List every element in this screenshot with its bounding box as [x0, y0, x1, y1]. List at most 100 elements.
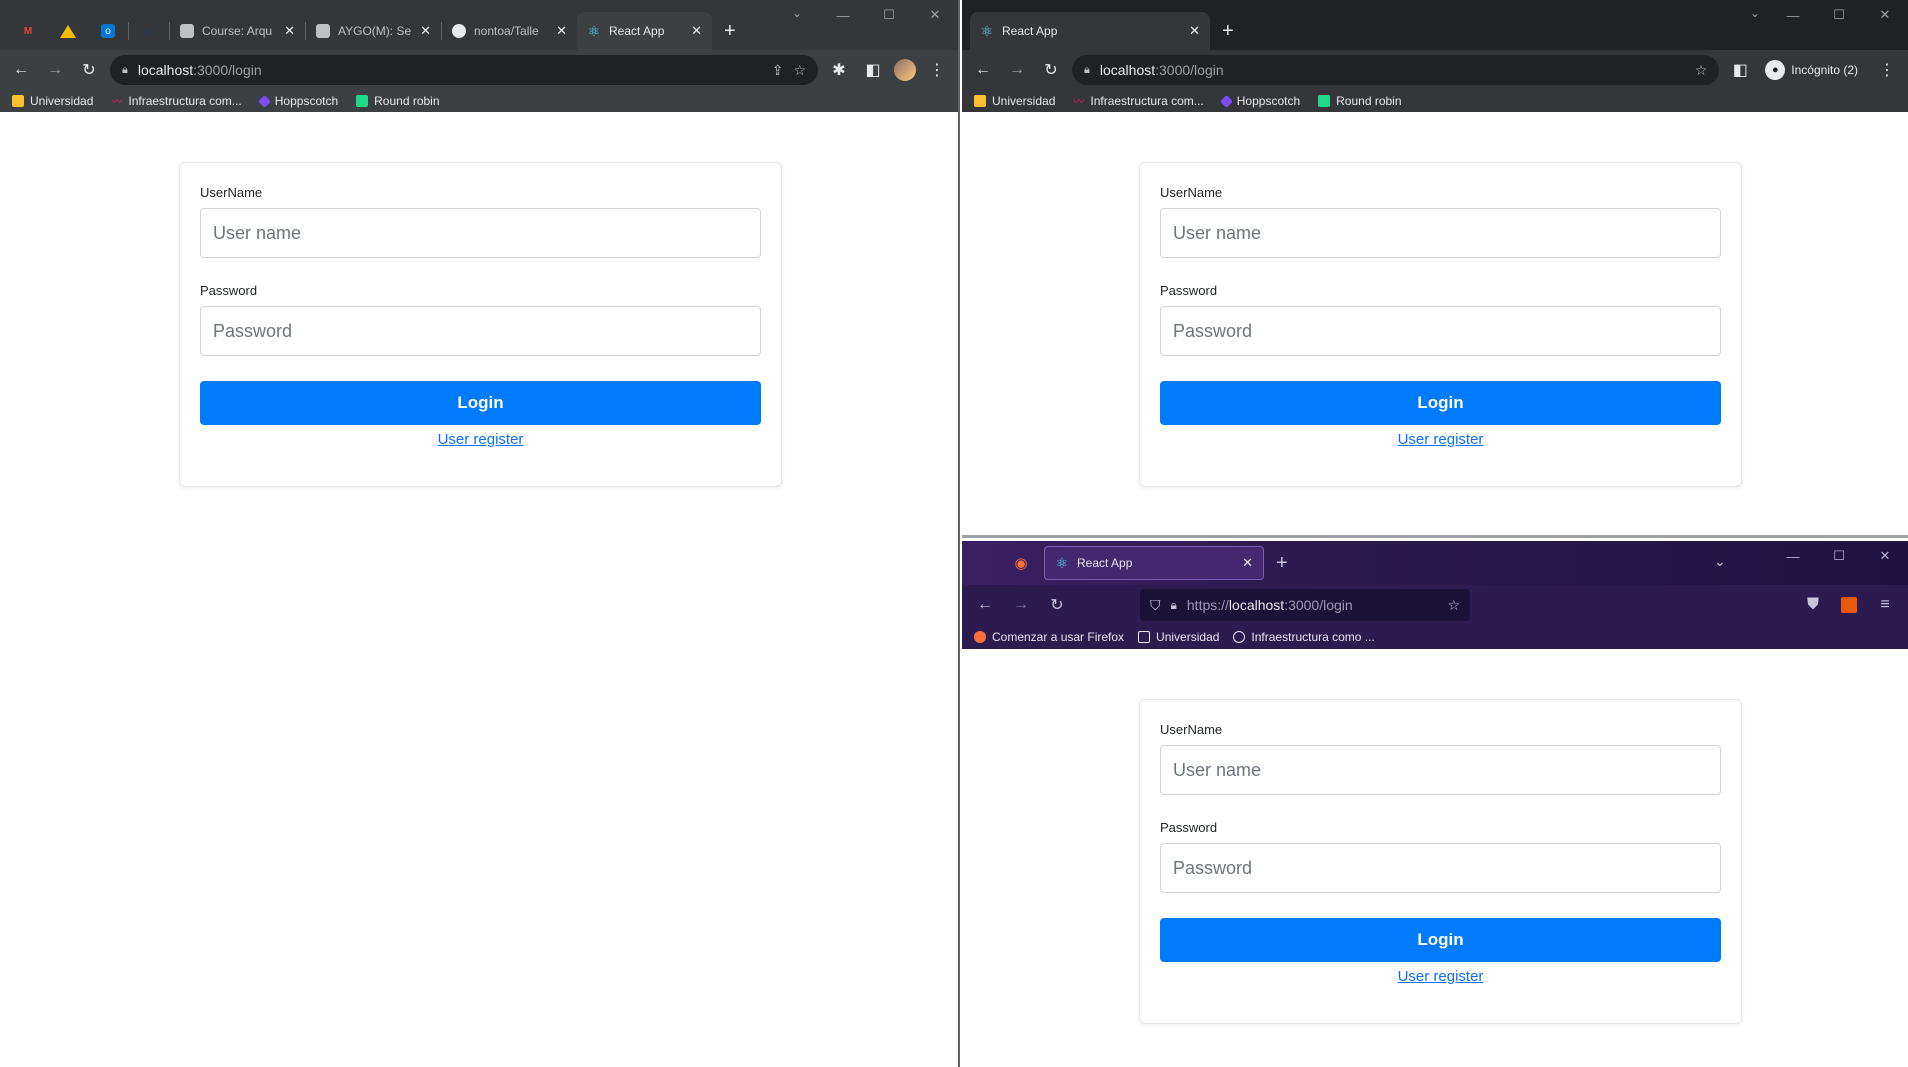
bookmark-hoppscotch[interactable]: Hoppscotch	[257, 94, 338, 108]
password-group: Password	[1160, 283, 1721, 356]
side-panel-icon[interactable]: ◧	[860, 57, 886, 83]
bookmark-star-icon[interactable]: ☆	[1695, 62, 1708, 79]
bookmark-universidad[interactable]: Universidad	[1138, 630, 1219, 644]
maximize-icon[interactable]: ☐	[866, 0, 912, 30]
maximize-icon[interactable]: ☐	[1816, 0, 1862, 30]
password-input[interactable]	[200, 306, 761, 356]
forward-icon[interactable]: →	[1004, 57, 1030, 83]
lock-icon[interactable]: 🔒︎	[1171, 598, 1177, 613]
close-icon[interactable]: ✕	[691, 23, 702, 39]
minimize-icon[interactable]: —	[1770, 0, 1816, 30]
extension-sc-icon[interactable]	[1836, 592, 1862, 618]
close-window-icon[interactable]: ✕	[1862, 541, 1908, 571]
url-path: :3000/login	[193, 62, 262, 78]
reload-icon[interactable]: ↻	[1038, 57, 1064, 83]
menu-kebab-icon[interactable]: ⋮	[1874, 57, 1900, 83]
username-input[interactable]	[1160, 208, 1721, 258]
tracking-shield-icon[interactable]: ⛉	[1150, 597, 1161, 614]
close-icon[interactable]: ✕	[284, 23, 295, 39]
minimize-icon[interactable]: —	[1770, 541, 1816, 571]
user-register-link[interactable]: User register	[1160, 431, 1721, 448]
password-group: Password	[1160, 820, 1721, 893]
firefox-view-icon[interactable]: ◉	[1008, 550, 1034, 576]
tab-react-app[interactable]: ⚛ React App ✕	[577, 12, 712, 50]
new-tab-icon[interactable]: +	[1222, 12, 1234, 50]
forward-icon[interactable]: →	[1008, 592, 1034, 618]
profile-avatar[interactable]	[894, 59, 916, 81]
firefox-icon	[974, 631, 986, 643]
close-icon[interactable]: ✕	[1242, 555, 1253, 571]
username-input[interactable]	[1160, 745, 1721, 795]
bookmark-hoppscotch[interactable]: Hoppscotch	[1219, 94, 1300, 108]
new-tab-icon[interactable]: +	[724, 12, 736, 50]
minimize-icon[interactable]: —	[820, 0, 866, 30]
tab-search-icon[interactable]: ⌄	[792, 6, 802, 20]
menu-kebab-icon[interactable]: ⋮	[924, 57, 950, 83]
hamburger-menu-icon[interactable]: ≡	[1872, 592, 1898, 618]
list-all-tabs-icon[interactable]: ⌄	[1714, 553, 1726, 570]
tab-title: Course: Arqu	[202, 24, 273, 38]
side-panel-icon[interactable]: ◧	[1727, 57, 1753, 83]
new-tab-icon[interactable]: +	[1276, 544, 1288, 582]
back-icon[interactable]: ←	[8, 57, 34, 83]
forward-icon[interactable]: →	[42, 57, 68, 83]
tab-github[interactable]: nontoa/Talle ✕	[442, 12, 577, 50]
wave-icon: 〰	[1073, 96, 1085, 108]
address-bar[interactable]: 🔒︎ localhost:3000/login ☆	[1072, 55, 1720, 85]
tab-outlook[interactable]: o	[88, 12, 128, 50]
share-icon[interactable]: ⇪	[772, 62, 784, 79]
react-icon: ⚛	[1055, 554, 1069, 571]
pocket-icon[interactable]: ⛊	[1800, 592, 1826, 618]
user-register-link[interactable]: User register	[200, 431, 761, 448]
bookmark-infraestructura[interactable]: 〰 Infraestructura com...	[111, 93, 241, 109]
tab-search-icon[interactable]: ⌄	[1750, 6, 1760, 20]
page-content: UserName Password Login User register	[962, 649, 1908, 1067]
tab-gmail[interactable]: M	[8, 12, 48, 50]
bookmark-infraestructura[interactable]: Infraestructura como ...	[1233, 630, 1375, 644]
login-button[interactable]: Login	[1160, 918, 1721, 962]
incognito-icon: ●	[1765, 60, 1786, 80]
tab-strip: ◉ ⚛ React App ✕ + ⌄ — ☐ ✕	[962, 541, 1908, 585]
bookmark-star-icon[interactable]: ☆	[793, 62, 806, 79]
reload-icon[interactable]: ↻	[76, 57, 102, 83]
incognito-badge[interactable]: ● Incógnito (2)	[1761, 57, 1866, 83]
reload-icon[interactable]: ↻	[1044, 592, 1070, 618]
bookmark-round-robin[interactable]: Round robin	[356, 94, 440, 108]
tab-react-pinned[interactable]: ⚛	[129, 12, 169, 50]
bookmark-getting-started[interactable]: Comenzar a usar Firefox	[974, 630, 1124, 644]
close-window-icon[interactable]: ✕	[912, 0, 958, 30]
page-content: UserName Password Login User register	[962, 112, 1908, 535]
bookmark-star-icon[interactable]: ☆	[1447, 597, 1460, 614]
password-input[interactable]	[1160, 843, 1721, 893]
chrome-window-main: M o ⚛ Course: Arqu ✕ AYGO(M): Se ✕ nonto…	[0, 0, 960, 1067]
close-window-icon[interactable]: ✕	[1862, 0, 1908, 30]
maximize-icon[interactable]: ☐	[1816, 541, 1862, 571]
login-button[interactable]: Login	[200, 381, 761, 425]
user-register-link[interactable]: User register	[1160, 968, 1721, 985]
tab-aygo[interactable]: AYGO(M): Se ✕	[306, 12, 441, 50]
close-icon[interactable]: ✕	[420, 23, 431, 39]
lock-icon[interactable]: 🔒︎	[1084, 64, 1090, 77]
login-button[interactable]: Login	[1160, 381, 1721, 425]
password-input[interactable]	[1160, 306, 1721, 356]
address-bar[interactable]: 🔒︎ localhost:3000/login ⇪ ☆	[110, 55, 818, 85]
username-input[interactable]	[200, 208, 761, 258]
close-icon[interactable]: ✕	[1189, 23, 1200, 39]
tab-course[interactable]: Course: Arqu ✕	[170, 12, 305, 50]
back-icon[interactable]: ←	[970, 57, 996, 83]
tab-drive[interactable]	[48, 12, 88, 50]
tab-react-app[interactable]: ⚛ React App ✕	[970, 12, 1210, 50]
lock-icon[interactable]: 🔒︎	[122, 64, 128, 77]
page-content: UserName Password Login User register	[0, 112, 958, 1067]
bookmark-universidad[interactable]: Universidad	[974, 94, 1055, 108]
password-label: Password	[1160, 283, 1218, 298]
extensions-icon[interactable]: ✱	[826, 57, 852, 83]
tab-react-app[interactable]: ⚛ React App ✕	[1044, 546, 1264, 580]
back-icon[interactable]: ←	[972, 592, 998, 618]
bookmark-round-robin[interactable]: Round robin	[1318, 94, 1402, 108]
window-controls: — ☐ ✕	[1770, 0, 1908, 30]
bookmark-universidad[interactable]: Universidad	[12, 94, 93, 108]
address-bar[interactable]: ⛉ 🔒︎ https://localhost:3000/login ☆	[1140, 589, 1470, 621]
bookmark-infraestructura[interactable]: 〰 Infraestructura com...	[1073, 93, 1203, 109]
close-icon[interactable]: ✕	[556, 23, 567, 39]
